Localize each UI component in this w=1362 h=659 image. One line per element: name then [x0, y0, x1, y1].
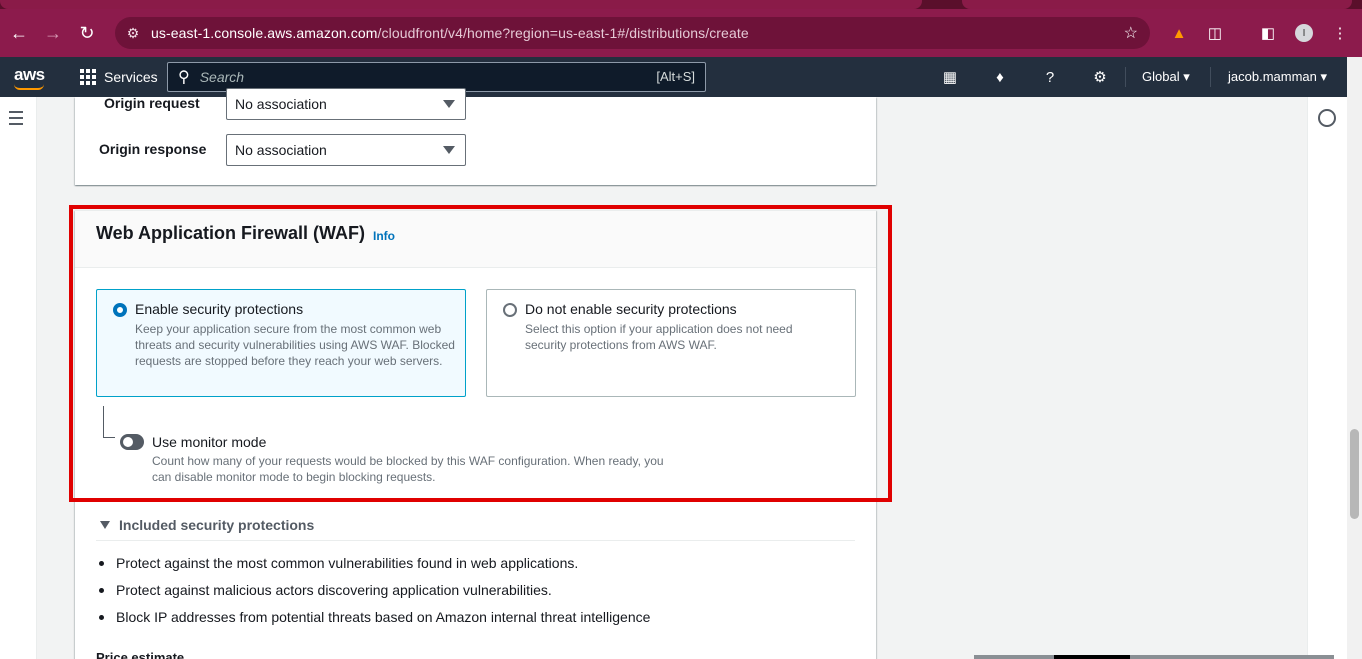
- monitor-mode-description: Count how many of your requests would be…: [152, 454, 664, 484]
- origin-response-value: No association: [235, 142, 327, 158]
- services-menu-button[interactable]: Services: [80, 57, 158, 97]
- bookmark-star-icon[interactable]: ☆: [1124, 23, 1138, 43]
- included-protections-list: Protect against the most common vulnerab…: [97, 555, 650, 636]
- tools-panel-icon[interactable]: [1318, 109, 1336, 127]
- help-icon[interactable]: ?: [1040, 67, 1060, 87]
- gear-icon[interactable]: ⚙: [1090, 67, 1110, 87]
- caret-down-icon: [443, 146, 455, 154]
- waf-panel-header: Web Application Firewall (WAF) Info: [75, 211, 876, 268]
- list-item: Protect against malicious actors discove…: [97, 582, 650, 609]
- search-shortcut: [Alt+S]: [656, 69, 695, 84]
- bottom-overlay-strip: [974, 655, 1334, 659]
- origin-response-select[interactable]: No association: [226, 134, 466, 166]
- right-tools-rail: [1307, 97, 1347, 659]
- waf-panel: Web Application Firewall (WAF) Info Enab…: [75, 210, 876, 659]
- monitor-mode-label: Use monitor mode: [152, 434, 267, 450]
- origin-request-label: Origin request: [104, 95, 200, 111]
- disable-security-description: Select this option if your application d…: [525, 322, 793, 352]
- cloudshell-icon[interactable]: ▦: [940, 67, 960, 87]
- puzzle-icon[interactable]: ◫: [1200, 18, 1230, 48]
- services-label: Services: [104, 69, 158, 85]
- header-divider: [1210, 67, 1211, 87]
- browser-tab[interactable]: [962, 0, 1352, 9]
- origin-request-value: No association: [235, 96, 327, 112]
- extension-icon[interactable]: ▲: [1164, 18, 1194, 48]
- enable-security-title: Enable security protections: [135, 301, 304, 317]
- disable-security-title: Do not enable security protections: [525, 301, 737, 317]
- grid-icon: [80, 69, 96, 85]
- enable-security-description: Keep your application secure from the mo…: [135, 322, 455, 368]
- site-settings-icon[interactable]: ⚙: [115, 25, 151, 42]
- enable-security-radio[interactable]: [113, 303, 127, 317]
- function-associations-panel: Origin request No association Origin res…: [75, 88, 876, 185]
- included-protections-heading: Included security protections: [119, 517, 315, 533]
- kebab-menu-icon[interactable]: ⋮: [1325, 18, 1355, 48]
- profile-avatar[interactable]: I: [1295, 24, 1313, 42]
- browser-tab-strip: [0, 0, 1362, 9]
- disable-security-radio[interactable]: [503, 303, 517, 317]
- list-item: Block IP addresses from potential threat…: [97, 609, 650, 636]
- page-scrollbar[interactable]: [1347, 57, 1362, 659]
- reload-icon[interactable]: ↻: [70, 16, 104, 50]
- address-bar[interactable]: ⚙ us-east-1.console.aws.amazon.com/cloud…: [115, 17, 1150, 49]
- forward-arrow-icon[interactable]: →: [36, 16, 70, 50]
- back-arrow-icon[interactable]: ←: [2, 16, 36, 50]
- waf-title: Web Application Firewall (WAF): [96, 223, 366, 243]
- divider: [96, 540, 855, 541]
- scrollbar-thumb[interactable]: [1350, 429, 1359, 519]
- sidebar-icon[interactable]: ◧: [1253, 18, 1283, 48]
- bell-icon[interactable]: ♦: [990, 67, 1010, 87]
- caret-down-icon: [100, 521, 110, 529]
- info-link[interactable]: Info: [373, 229, 395, 243]
- aws-console-header: aws Services ⚲ Search [Alt+S] ▦ ♦ ? ⚙ Gl…: [0, 57, 1362, 97]
- account-menu[interactable]: jacob.mamman ▾: [1228, 69, 1327, 85]
- hamburger-menu-icon[interactable]: [9, 111, 23, 129]
- origin-request-select[interactable]: No association: [226, 88, 466, 120]
- disable-security-tile[interactable]: Do not enable security protections Selec…: [486, 289, 856, 397]
- header-divider: [1125, 67, 1126, 87]
- browser-toolbar: ← → ↻ ⚙ us-east-1.console.aws.amazon.com…: [0, 9, 1362, 57]
- browser-tab-active[interactable]: [0, 0, 922, 9]
- aws-logo[interactable]: aws: [14, 65, 45, 90]
- search-placeholder: Search: [199, 69, 245, 85]
- monitor-mode-toggle[interactable]: [120, 434, 144, 450]
- nested-connector-line: [103, 406, 115, 438]
- url-text[interactable]: us-east-1.console.aws.amazon.com/cloudfr…: [151, 25, 749, 41]
- region-selector[interactable]: Global ▾: [1142, 69, 1190, 85]
- included-protections-expander[interactable]: Included security protections: [100, 517, 314, 533]
- origin-response-label: Origin response: [99, 141, 207, 157]
- caret-down-icon: [443, 100, 455, 108]
- search-icon: ⚲: [178, 69, 190, 86]
- list-item: Protect against the most common vulnerab…: [97, 555, 650, 582]
- enable-security-tile[interactable]: Enable security protections Keep your ap…: [96, 289, 466, 397]
- price-estimate-label: Price estimate: [96, 650, 185, 659]
- left-nav-rail: [0, 97, 37, 659]
